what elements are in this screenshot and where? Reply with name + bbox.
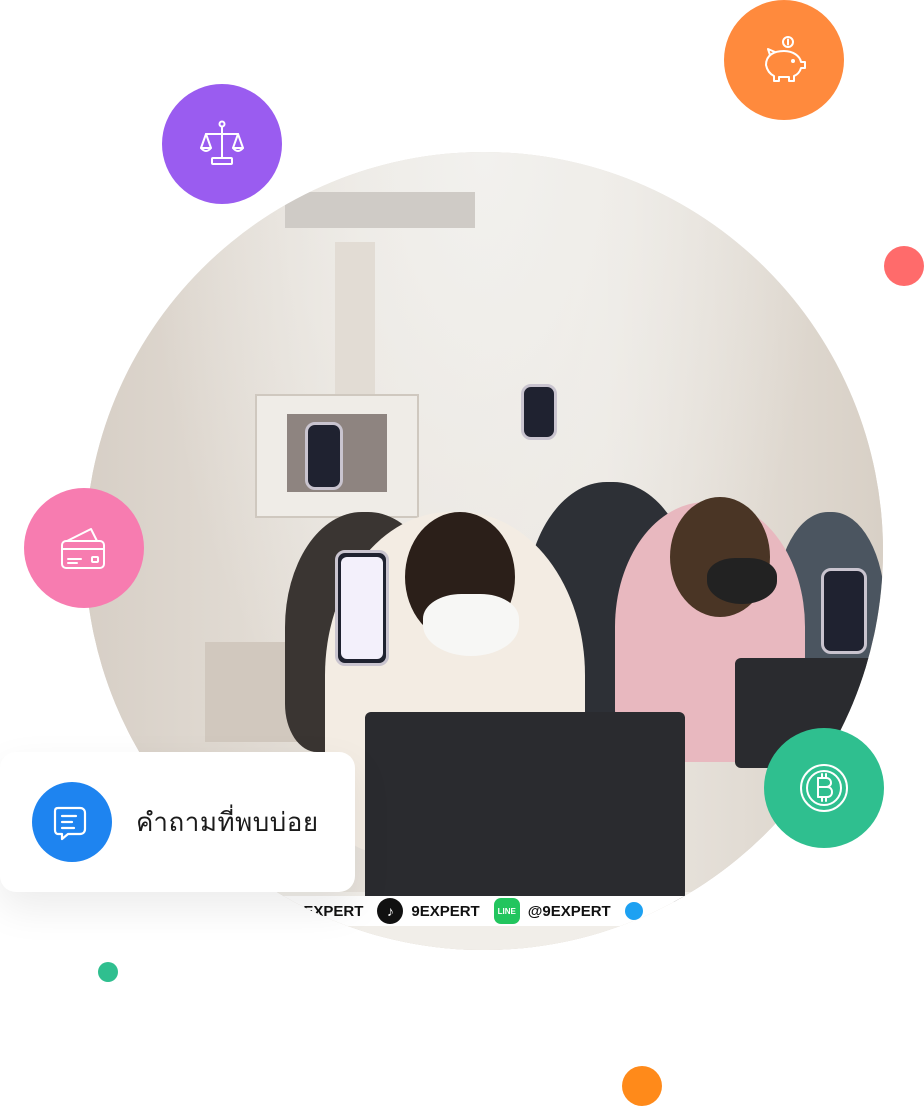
face-mask — [423, 594, 519, 656]
faq-label: คำถามที่พบบ่อย — [136, 808, 319, 838]
raised-phone — [521, 384, 557, 440]
piggy-bank-icon — [765, 36, 806, 82]
face-mask — [707, 558, 777, 604]
social-facebook[interactable]: 9EXPERT — [295, 903, 363, 920]
credit-card-bubble — [24, 488, 144, 608]
chat-bubble-icon — [53, 806, 87, 841]
social-line[interactable]: LINE @9EXPERT — [493, 898, 611, 924]
decorative-dot — [622, 1066, 662, 1106]
laptop-front — [365, 712, 685, 902]
tiktok-icon: ♪ — [377, 898, 404, 924]
social-handle: 9EXPERT — [295, 902, 364, 920]
social-tiktok[interactable]: ♪ 9EXPERT — [377, 898, 480, 924]
ceiling-panel — [285, 192, 475, 228]
bitcoin-icon — [800, 764, 848, 812]
raised-phone — [305, 422, 343, 490]
bitcoin-bubble — [764, 728, 884, 848]
balance-scale-bubble — [162, 84, 282, 204]
faq-card[interactable]: คำถามที่พบบ่อย — [0, 752, 355, 892]
piggy-bank-bubble — [724, 0, 844, 120]
raised-phone — [821, 568, 867, 654]
decorative-dot — [884, 246, 924, 286]
decorative-dot — [98, 962, 118, 982]
faq-icon-circle — [32, 782, 112, 862]
raised-phone-front — [335, 550, 389, 666]
line-icon: LINE — [493, 898, 520, 924]
social-handle: @9EXPERT — [527, 902, 611, 920]
phone-screen — [341, 557, 383, 659]
social-handle: 9EXPERT — [411, 902, 480, 920]
social-strip: 9EXPERT ♪ 9EXPERT LINE @9EXPERT — [85, 896, 883, 926]
credit-card-icon — [61, 528, 105, 569]
balance-scale-icon — [200, 120, 244, 165]
twitter-icon — [624, 902, 643, 920]
